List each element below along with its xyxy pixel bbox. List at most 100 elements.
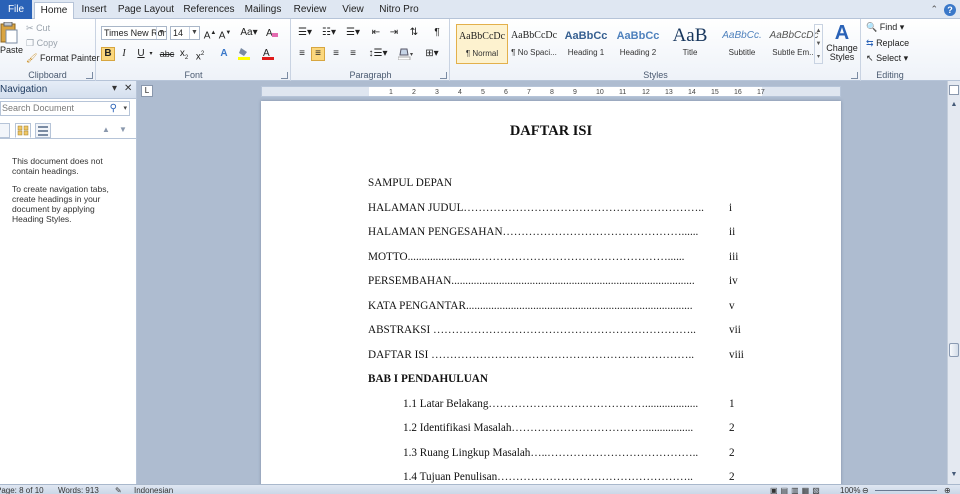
toc-entry[interactable]: DAFTAR ISI …………………………………………………………….. viii (368, 349, 749, 363)
document-page[interactable]: DAFTAR ISI SAMPUL DEPAN HALAMAN JUDUL…………… (261, 101, 841, 484)
style-heading-2[interactable]: AaBbCc Heading 2 (612, 24, 664, 64)
tab-browse-pages[interactable] (15, 123, 31, 138)
shrink-font-button[interactable]: A▼ (218, 26, 232, 41)
toc-entry[interactable]: KATA PENGANTAR..........................… (368, 300, 749, 314)
style-subtle-emphasis[interactable]: AaBbCcDc Subtle Em... (768, 24, 820, 64)
decrease-indent-button[interactable]: ⇤ (369, 26, 383, 40)
clipboard-launcher-icon[interactable] (86, 72, 93, 79)
font-color-button[interactable]: A (261, 47, 275, 61)
align-left-button[interactable]: ≡ (295, 47, 309, 61)
toc-entry[interactable]: 1.1 Latar Belakang……………………………………........… (403, 398, 749, 412)
close-icon[interactable]: ✕ (124, 83, 132, 94)
font-size-select[interactable]: 14 ▼ (170, 26, 200, 40)
align-center-button[interactable]: ≡ (311, 47, 325, 61)
chevron-down-icon[interactable]: ▾ (112, 83, 117, 94)
shading-button[interactable]: ▾ (396, 47, 416, 61)
tab-review[interactable]: Review (288, 2, 332, 19)
highlight-button[interactable] (237, 47, 251, 61)
horizontal-ruler[interactable]: 1 2 3 4 5 6 7 8 9 10 11 12 13 14 15 16 17 (261, 86, 841, 97)
scroll-down-arrow-icon[interactable]: ▼ (949, 471, 959, 481)
change-case-button[interactable]: Aa▾ (239, 26, 259, 40)
italic-button[interactable]: I (117, 47, 131, 61)
format-painter-button[interactable]: 🖌 Format Painter (26, 53, 99, 64)
style-no-spacing[interactable]: AaBbCcDc ¶ No Spaci... (508, 24, 560, 64)
toc-entry[interactable]: HALAMAN PENGESAHAN…………………………………………......… (368, 226, 749, 240)
style-normal[interactable]: AaBbCcDc ¶ Normal (456, 24, 508, 64)
page-count-status[interactable]: Page: 8 of 10 (0, 486, 44, 494)
clear-formatting-button[interactable]: A (265, 26, 279, 40)
next-arrow-icon[interactable]: ▼ (119, 125, 127, 134)
scrollbar-thumb[interactable] (949, 343, 959, 357)
tab-selector-button[interactable]: L (141, 85, 153, 97)
replace-button[interactable]: ⇆ Replace (866, 38, 909, 49)
proofing-icon[interactable]: ✎ (115, 486, 122, 494)
toc-entry[interactable]: PERSEMBAHAN.............................… (368, 275, 749, 289)
toc-entry[interactable]: HALAMAN JUDUL……………………………………………………….. i (368, 202, 749, 216)
tab-file[interactable]: File (0, 0, 32, 19)
bold-button[interactable]: B (101, 47, 115, 61)
show-formatting-button[interactable]: ¶ (430, 26, 444, 40)
minimize-ribbon-icon[interactable]: ⌃ (930, 4, 938, 15)
multilevel-list-button[interactable]: ☰▾ (343, 26, 363, 40)
help-icon[interactable]: ? (944, 4, 956, 16)
toc-entry[interactable]: MOTTO.........................…………………………… (368, 251, 749, 265)
subscript-button[interactable]: x2 (177, 47, 191, 61)
vertical-scrollbar[interactable]: ▲ ▼ (947, 81, 960, 484)
font-name-select[interactable]: Times New Rom ▼ (101, 26, 167, 40)
previous-arrow-icon[interactable]: ▲ (102, 125, 110, 134)
view-buttons[interactable]: ▣▤▥▦▧ (770, 486, 823, 494)
style-heading-1[interactable]: AaBbCc Heading 1 (560, 24, 612, 64)
text-effects-button[interactable]: A (217, 47, 231, 61)
superscript-button[interactable]: x2 (193, 47, 207, 62)
language-status[interactable]: Indonesian (134, 486, 173, 494)
change-styles-button[interactable]: A Change Styles (825, 22, 859, 62)
align-right-button[interactable]: ≡ (329, 47, 343, 61)
line-spacing-button[interactable]: ↕☰▾ (368, 47, 388, 61)
styles-gallery-scroll[interactable]: ▲ ▼ ▾ (814, 24, 823, 64)
tab-browse-results[interactable] (35, 123, 51, 138)
copy-button[interactable]: ❐ Copy (26, 38, 58, 49)
style-subtitle[interactable]: AaBbCc. Subtitle (716, 24, 768, 64)
sort-button[interactable]: ⇅ (407, 26, 421, 40)
strikethrough-button[interactable]: abc (159, 47, 175, 61)
toc-entry[interactable]: ABSTRAKSI …………………………………………………………….. vii (368, 324, 749, 338)
tab-nitro-pro[interactable]: Nitro Pro (374, 2, 424, 19)
tab-insert[interactable]: Insert (76, 2, 112, 19)
underline-button[interactable]: U (134, 47, 148, 61)
chevron-down-icon[interactable]: ▾ (123, 102, 127, 115)
tab-home[interactable]: Home (34, 2, 74, 20)
tab-view[interactable]: View (334, 2, 372, 19)
justify-button[interactable]: ≡ (346, 47, 360, 61)
numbering-button[interactable]: ☷▾ (319, 26, 339, 40)
paragraph-launcher-icon[interactable] (440, 72, 447, 79)
zoom-level[interactable]: 100% (840, 486, 860, 494)
select-button[interactable]: ↖ Select ▾ (866, 53, 908, 64)
bullets-button[interactable]: ☰▾ (295, 26, 315, 40)
zoom-in-icon[interactable]: ⊕ (944, 486, 951, 494)
scroll-up-arrow-icon[interactable]: ▲ (949, 101, 959, 111)
toc-entry[interactable]: 1.3 Ruang Lingkup Masalah…..………………………………… (403, 447, 749, 461)
cut-button[interactable]: ✂ Cut (26, 23, 50, 34)
toc-entry[interactable]: 1.2 Identifikasi Masalah………………………………....… (403, 422, 749, 436)
tab-references[interactable]: References (180, 2, 238, 19)
tab-page-layout[interactable]: Page Layout (114, 2, 178, 19)
borders-button[interactable]: ⊞▾ (422, 47, 442, 61)
tab-mailings[interactable]: Mailings (240, 2, 286, 19)
word-count-status[interactable]: Words: 913 (58, 486, 99, 494)
tab-browse-headings[interactable] (0, 123, 10, 138)
style-title[interactable]: AaB Title (664, 24, 716, 64)
view-ruler-button[interactable] (949, 85, 959, 95)
grow-font-button[interactable]: A▲ (203, 26, 217, 41)
toc-entry[interactable]: SAMPUL DEPAN (368, 177, 749, 191)
paste-button[interactable]: Paste (0, 22, 23, 66)
underline-dropdown-icon[interactable]: ▾ (147, 47, 155, 61)
find-button[interactable]: 🔍 Find ▾ (866, 22, 904, 33)
font-launcher-icon[interactable] (281, 72, 288, 79)
toc-entry[interactable]: BAB I PENDAHULUAN (368, 373, 749, 387)
search-icon[interactable]: ⚲ (110, 102, 117, 115)
increase-indent-button[interactable]: ⇥ (387, 26, 401, 40)
search-input[interactable]: Search Document ⚲ ▾ (0, 101, 130, 116)
zoom-slider[interactable] (875, 490, 937, 491)
zoom-out-icon[interactable]: ⊖ (862, 486, 869, 494)
styles-launcher-icon[interactable] (851, 72, 858, 79)
